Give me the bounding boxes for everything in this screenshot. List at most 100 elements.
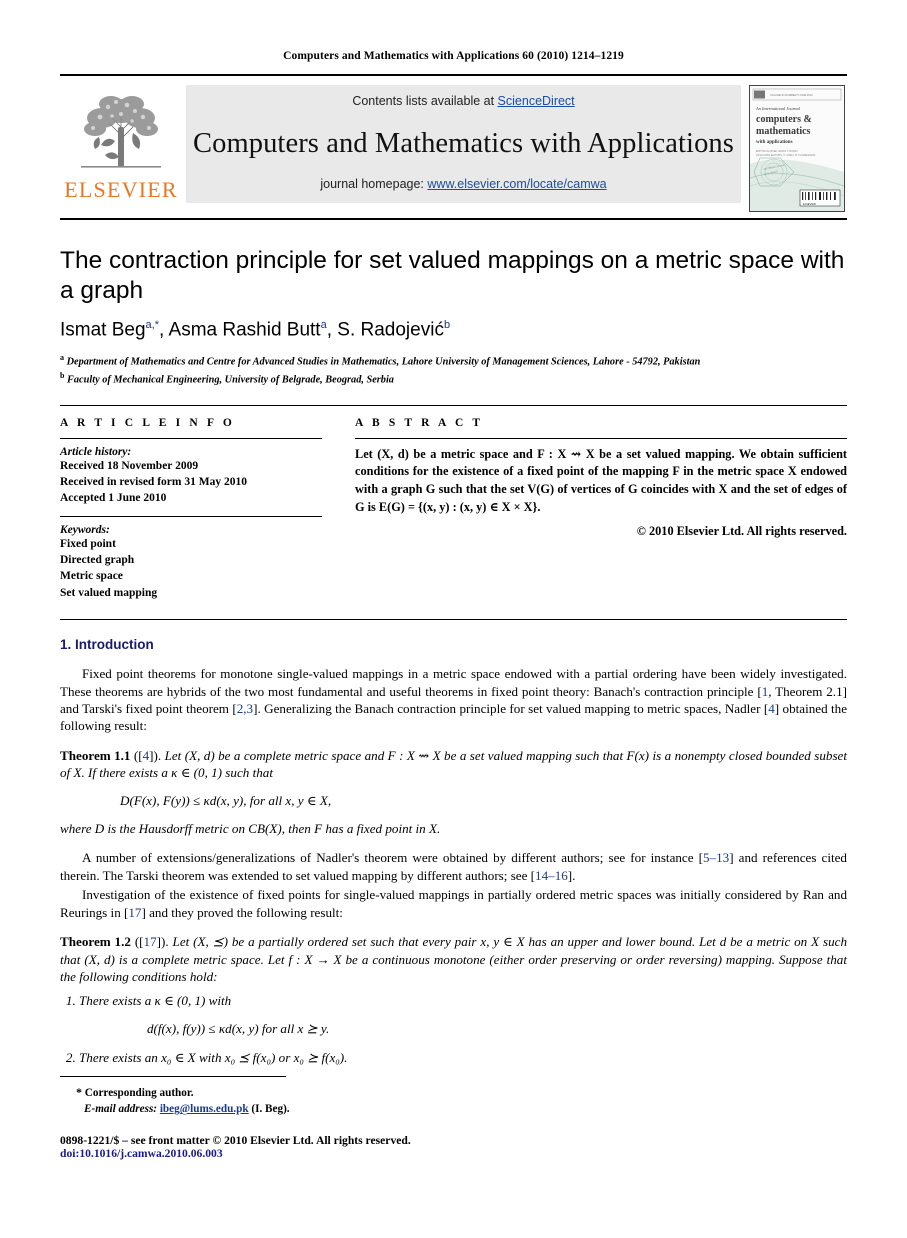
svg-text:ASSOCIATE EDITORS: X. CHEN, M.: ASSOCIATE EDITORS: X. CHEN, M. FLORENZAN… — [756, 154, 815, 157]
reference-link[interactable]: 5–13 — [703, 850, 729, 865]
keywords-heading: Keywords: — [60, 523, 110, 536]
corresponding-author-note: * Corresponding author. — [60, 1084, 847, 1102]
article-info-heading: A R T I C L E I N F O — [60, 416, 235, 429]
journal-masthead: ELSEVIER Contents lists available at Sci… — [60, 74, 847, 212]
svg-text:ELSEVIER: ELSEVIER — [803, 202, 816, 206]
equation-condition-1: d(f(x), f(y)) ≤ κd(x, y) for all x ⪰ y. — [147, 1021, 330, 1037]
running-head: Computers and Mathematics with Applicati… — [283, 50, 624, 62]
theorem-label: Theorem 1.1 — [60, 747, 131, 763]
homepage-prefix: journal homepage: — [320, 177, 428, 191]
affiliation-list: a Department of Mathematics and Centre f… — [60, 352, 847, 389]
article-body: 1. Introduction Fixed point theorems for… — [60, 637, 847, 1066]
history-item: Received 18 November 2009 — [60, 459, 199, 472]
issn-block: 0898-1221/$ – see front matter © 2010 El… — [60, 1134, 847, 1160]
theorem-1-1: Theorem 1.1 ([4]). Let (X, d) be a compl… — [60, 747, 847, 782]
section-title: Introduction — [75, 637, 154, 653]
article-page: Computers and Mathematics with Applicati… — [0, 0, 907, 1238]
theorem-label: Theorem 1.2 — [60, 934, 131, 950]
journal-band: Contents lists available at ScienceDirec… — [186, 85, 741, 203]
keyword-item: Metric space — [60, 570, 123, 583]
email-label: E-mail address: — [84, 1103, 158, 1116]
svg-text:EDITOR-IN-CHIEF: ERVIN Y. RODI: EDITOR-IN-CHIEF: ERVIN Y. RODIN — [756, 150, 798, 153]
doi-line[interactable]: doi:10.1016/j.camwa.2010.06.003 — [60, 1147, 847, 1160]
elsevier-wordmark: ELSEVIER — [64, 177, 178, 202]
paragraph-intro-1: Fixed point theorems for monotone single… — [60, 666, 848, 734]
history-item: Accepted 1 June 2010 — [60, 492, 167, 505]
author-affil-marker: a,* — [145, 318, 160, 331]
article-history-heading: Article history: — [60, 445, 132, 458]
abstract-heading: A B S T R A C T — [355, 416, 484, 429]
page-title: The contraction principle for set valued… — [60, 247, 845, 304]
corresponding-marker: * — [76, 1084, 82, 1099]
abstract-text: Let (X, d) be a metric space and F : X ⇝… — [355, 446, 847, 514]
svg-text:VOLUME 60 NUMBER 5 JUNE 20: VOLUME 60 NUMBER 5 JUNE 2010 — [770, 93, 813, 97]
paragraph-intro-2: A number of extensions/generalizations o… — [60, 850, 847, 883]
keyword-item: Set valued mapping — [60, 586, 158, 599]
body-top-rule — [60, 619, 847, 621]
svg-text:An International Journal: An International Journal — [755, 106, 801, 111]
affiliation-text: Department of Mathematics and Centre for… — [66, 356, 701, 368]
issn-copyright-line: 0898-1221/$ – see front matter © 2010 El… — [60, 1134, 411, 1147]
page-footer: * Corresponding author. E-mail address: … — [60, 1075, 847, 1160]
footnote-rule — [60, 1075, 286, 1077]
reference-link[interactable]: 17 — [128, 905, 141, 920]
reference-link[interactable]: 4 — [143, 748, 150, 763]
article-info-column: A R T I C L E I N F O Article history: R… — [60, 417, 322, 601]
section-number: 1. — [60, 637, 72, 653]
svg-text:mathematics: mathematics — [756, 126, 811, 137]
keyword-item: Directed graph — [60, 554, 135, 567]
reference-link[interactable]: 4 — [768, 701, 775, 716]
corresponding-text: Corresponding author. — [84, 1086, 194, 1099]
abstract-copyright: © 2010 Elsevier Ltd. All rights reserved… — [636, 524, 847, 539]
theorem-statement: Let (X, d) be a complete metric space an… — [60, 747, 847, 781]
affiliation-marker: b — [60, 371, 65, 381]
title-block: The contraction principle for set valued… — [60, 246, 847, 389]
journal-homepage-link[interactable]: www.elsevier.com/locate/camwa — [427, 177, 606, 191]
journal-cover: VOLUME 60 NUMBER 5 JUNE 2010 An Internat… — [749, 85, 847, 212]
author-affil-marker: b — [443, 318, 451, 331]
reference-link[interactable]: 1 — [762, 684, 769, 699]
svg-text:with applications: with applications — [756, 140, 793, 145]
condition-item: There exists a κ ∈ (0, 1) with d(f(x), f… — [79, 992, 847, 1038]
elsevier-tree-icon — [75, 87, 167, 175]
abstract-column: A B S T R A C T Let (X, d) be a metric s… — [355, 417, 847, 601]
info-top-rule — [60, 404, 847, 406]
email-link[interactable]: ibeg@lums.edu.pk — [160, 1103, 249, 1115]
sciencedirect-link[interactable]: ScienceDirect — [498, 94, 575, 108]
journal-homepage-line: journal homepage: www.elsevier.com/locat… — [186, 177, 741, 191]
condition-item: There exists an x₀ ∈ X with x₀ ⪯ f(x₀) o… — [79, 1049, 847, 1066]
author-list: Ismat Bega,*, Asma Rashid Butta, S. Rado… — [60, 318, 451, 341]
history-item: Received in revised form 31 May 2010 — [60, 476, 247, 489]
journal-title: Computers and Mathematics with Applicati… — [193, 128, 734, 159]
reference-link[interactable]: 2,3 — [237, 701, 253, 716]
theorem-1-2-conditions: There exists a κ ∈ (0, 1) with d(f(x), f… — [60, 992, 847, 1066]
keyword-item: Fixed point — [60, 537, 116, 550]
author-affil-marker: a — [320, 318, 327, 331]
contents-prefix: Contents lists available at — [352, 94, 498, 108]
affiliation-item: a Department of Mathematics and Centre f… — [60, 352, 847, 370]
elsevier-logo: ELSEVIER — [60, 85, 182, 203]
email-note: E-mail address: ibeg@lums.edu.pk (I. Beg… — [60, 1101, 847, 1118]
section-heading-introduction: 1. Introduction — [60, 637, 847, 652]
info-abstract-area: A R T I C L E I N F O Article history: R… — [60, 417, 847, 601]
reference-link[interactable]: 14–16 — [535, 868, 568, 883]
keywords-block: Keywords: Fixed point Directed graph Met… — [60, 517, 322, 601]
theorem-1-2: Theorem 1.2 ([17]). Let (X, ⪯) be a part… — [60, 933, 847, 985]
article-history-block: Article history: Received 18 November 20… — [60, 439, 322, 516]
condition-lead: There exists a κ ∈ (0, 1) with — [79, 992, 232, 1008]
email-owner: (I. Beg). — [251, 1103, 290, 1116]
condition-lead: There exists an x₀ ∈ X with x₀ ⪯ f(x₀) o… — [79, 1049, 348, 1065]
masthead-bottom-rule — [60, 218, 847, 220]
equation-theorem-1-1: D(F(x), F(y)) ≤ κd(x, y), for all x, y ∈… — [120, 792, 332, 808]
reference-link[interactable]: 17 — [144, 934, 157, 949]
affiliation-item: b Faculty of Mechanical Engineering, Uni… — [60, 370, 847, 388]
theorem-1-1-tail: where D is the Hausdorff metric on CB(X)… — [60, 820, 441, 836]
paragraph-intro-3: Investigation of the existence of fixed … — [60, 887, 847, 920]
theorem-citation: ([17]). — [134, 934, 169, 950]
contents-available-line: Contents lists available at ScienceDirec… — [186, 94, 741, 108]
theorem-citation: ([4]). — [133, 747, 162, 763]
theorem-statement: Let (X, ⪯) be a partially ordered set su… — [60, 934, 847, 985]
svg-text:computers &: computers & — [756, 114, 812, 125]
cover-artwork-icon: VOLUME 60 NUMBER 5 JUNE 2010 An Internat… — [750, 86, 844, 211]
journal-cover-thumbnail: VOLUME 60 NUMBER 5 JUNE 2010 An Internat… — [749, 85, 845, 212]
